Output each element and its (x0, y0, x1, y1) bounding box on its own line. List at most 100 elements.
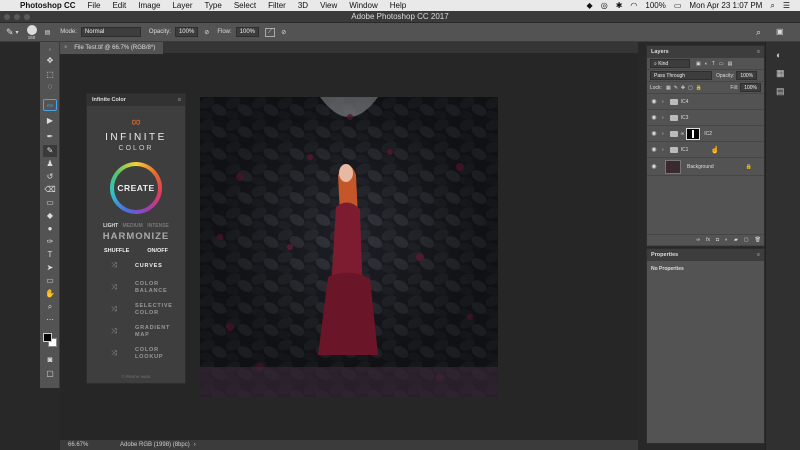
lock-position-icon[interactable]: ✥ (681, 85, 685, 91)
layer-row[interactable]: ◉ › ∞ IC2 (647, 126, 764, 142)
menu-type[interactable]: Type (198, 0, 227, 11)
create-button[interactable]: CREATE (110, 162, 162, 214)
harmonize-button[interactable]: HARMONIZE (87, 231, 185, 242)
menu-list-icon[interactable]: ☰ (779, 1, 794, 10)
filter-type-icon[interactable]: T (712, 61, 715, 67)
quick-mask-icon[interactable]: ◙ (43, 354, 57, 366)
eyedropper-tool-icon[interactable]: ✒ (43, 131, 57, 143)
menu-3d[interactable]: 3D (292, 0, 314, 11)
filter-smart-icon[interactable]: ▤ (728, 61, 733, 67)
close-tab-icon[interactable]: × (64, 45, 68, 51)
blend-mode-select[interactable]: Pass Through (650, 71, 712, 80)
history-brush-icon[interactable]: ↺ (43, 171, 57, 183)
filter-shape-icon[interactable]: ▭ (719, 61, 724, 67)
skype-icon[interactable]: ◎ (597, 1, 612, 10)
zoom-tool-icon[interactable]: ⌕ (43, 301, 57, 313)
panel-menu-icon[interactable]: ≡ (178, 94, 181, 106)
new-layer-icon[interactable]: ▢ (744, 237, 749, 243)
menu-select[interactable]: Select (228, 0, 262, 11)
layers-tab[interactable]: Layers ≡ (647, 46, 764, 58)
layer-style-icon[interactable]: fx (706, 237, 710, 243)
shape-tool-icon[interactable]: ▭ (43, 275, 57, 287)
adjustment-color-balance[interactable]: ⤨ COLOR BALANCE (87, 280, 185, 296)
layer-thumbnail[interactable] (665, 159, 681, 174)
opacity-field[interactable]: 100% (174, 27, 199, 37)
minimize-window-button[interactable] (14, 14, 20, 20)
chevron-right-icon[interactable]: › (194, 442, 196, 448)
layer-name[interactable]: IC3 (681, 115, 689, 121)
filter-adjustment-icon[interactable]: ◐ (705, 61, 708, 67)
shuffle-icon[interactable]: ⤨ (111, 328, 121, 336)
history-panel-icon[interactable]: ▤ (776, 86, 785, 97)
layer-row[interactable]: ◉ › IC3 (647, 110, 764, 126)
workspace-icon[interactable]: ▣ (776, 27, 784, 36)
swatches-panel-icon[interactable]: ▦ (776, 68, 785, 79)
brush-tool-icon[interactable]: ✎ (6, 27, 14, 38)
layer-name[interactable]: IC2 (704, 131, 712, 137)
menu-help[interactable]: Help (384, 0, 412, 11)
gradient-tool-icon[interactable]: ▭ (43, 197, 57, 209)
layer-mask-thumbnail[interactable] (686, 127, 701, 140)
menu-image[interactable]: Image (132, 0, 166, 11)
mode-select[interactable]: Normal (80, 27, 141, 37)
search-icon[interactable]: ⌕ (766, 1, 778, 11)
lock-all-icon[interactable]: 🔒 (696, 85, 702, 91)
marquee-tool-icon[interactable]: ⬚ (43, 69, 57, 81)
type-tool-icon[interactable]: T (43, 249, 57, 261)
fill-field[interactable]: 100% (740, 83, 761, 92)
move-tool-icon[interactable]: ✥ (43, 55, 57, 67)
layer-row[interactable]: ◉ Background 🔒 (647, 158, 764, 176)
shuffle-icon[interactable]: ⤨ (111, 306, 121, 314)
chevron-down-icon[interactable]: ▾ (16, 29, 19, 36)
properties-tab[interactable]: Properties ≡ (647, 249, 764, 261)
blur-tool-icon[interactable]: ◆ (43, 210, 57, 222)
path-select-tool-icon[interactable]: ➤ (43, 262, 57, 274)
search-icon[interactable]: ⌕ (756, 27, 761, 38)
document-tab[interactable]: × File Test.tif @ 66.7% (RGB/8*) (60, 42, 164, 54)
lasso-tool-icon[interactable]: ◌ (43, 81, 57, 93)
color-profile[interactable]: Adobe RGB (1998) (8bpc) (120, 442, 190, 448)
lock-artboard-icon[interactable]: ▢ (688, 85, 693, 91)
screen-mode-icon[interactable]: ▢ (43, 368, 57, 380)
layer-name[interactable]: IC1 (681, 147, 689, 153)
panel-menu-icon[interactable]: ≡ (757, 46, 760, 58)
pressure-size-icon[interactable]: ⊘ (281, 29, 286, 36)
lock-pixels-icon[interactable]: ▦ (666, 85, 671, 91)
menu-filter[interactable]: Filter (262, 0, 292, 11)
menu-edit[interactable]: Edit (106, 0, 132, 11)
eraser-tool-icon[interactable]: ⌫ (43, 184, 57, 196)
lock-image-icon[interactable]: ✎ (674, 85, 678, 91)
adjustment-layer-icon[interactable]: ◐ (725, 237, 728, 243)
shuffle-all-button[interactable]: SHUFFLE (104, 248, 129, 254)
zoom-window-button[interactable] (24, 14, 30, 20)
shuffle-icon[interactable]: ⤨ (111, 284, 121, 292)
expand-chevron-icon[interactable]: › (662, 99, 664, 105)
new-group-icon[interactable]: ▰ (734, 237, 738, 243)
visibility-eye-icon[interactable]: ◉ (649, 98, 659, 105)
infinite-color-panel-icon[interactable]: ∾ (43, 99, 57, 111)
dodge-tool-icon[interactable]: ● (43, 223, 57, 235)
hand-tool-icon[interactable]: ✋ (43, 288, 57, 300)
expand-chevron-icon[interactable]: › (662, 131, 664, 137)
brush-preset-picker[interactable] (26, 24, 37, 35)
menu-window[interactable]: Window (343, 0, 383, 11)
intensity-intense[interactable]: INTENSE (147, 223, 169, 229)
app-menu[interactable]: Photoshop CC (14, 0, 82, 11)
expand-chevron-icon[interactable]: › (662, 115, 664, 121)
foreground-color-swatch[interactable] (43, 333, 52, 342)
more-tools-icon[interactable]: ⋯ (43, 314, 57, 326)
menu-view[interactable]: View (314, 0, 343, 11)
link-layers-icon[interactable]: ∞ (697, 237, 701, 243)
airbrush-icon[interactable]: ⟋ (265, 27, 276, 37)
color-panel-icon[interactable]: ◐ (776, 50, 781, 60)
dropbox-icon[interactable]: ◆ (583, 1, 597, 10)
layer-opacity-field[interactable]: 100% (736, 71, 758, 80)
visibility-eye-icon[interactable]: ◉ (649, 146, 659, 153)
adjustment-curves[interactable]: ⤨ CURVES (87, 258, 185, 274)
visibility-eye-icon[interactable]: ◉ (649, 130, 659, 137)
panel-menu-icon[interactable]: ≡ (757, 249, 760, 261)
visibility-eye-icon[interactable]: ◉ (649, 114, 659, 121)
adjustment-color-lookup[interactable]: ⤨ COLOR LOOKUP (87, 346, 185, 362)
bluetooth-icon[interactable]: ✱ (612, 1, 627, 10)
clock[interactable]: Mon Apr 23 1:07 PM (685, 1, 766, 10)
